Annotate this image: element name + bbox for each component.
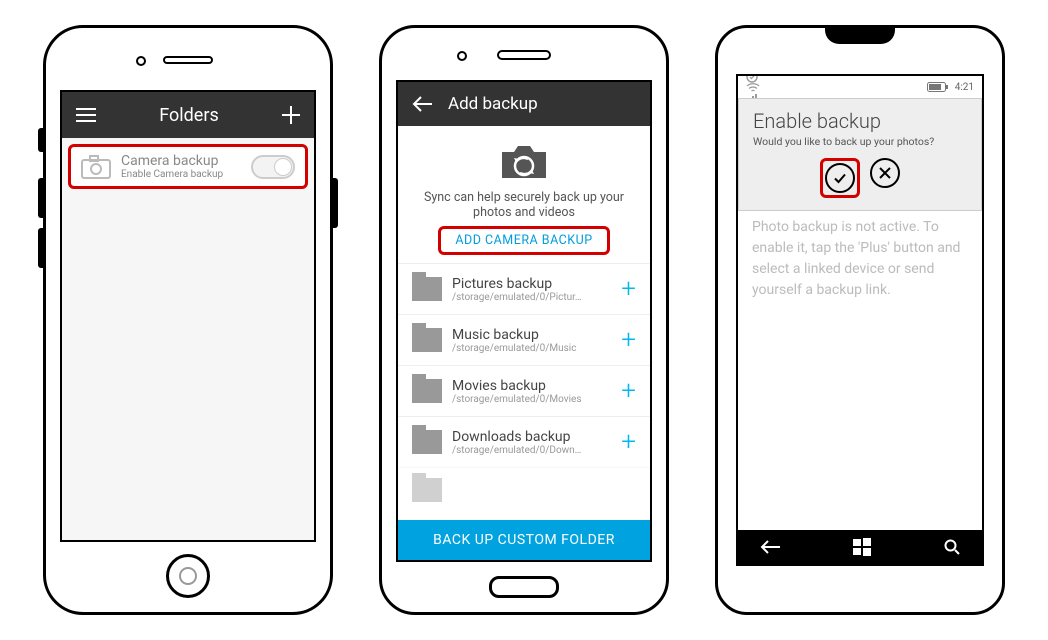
list-item[interactable]: Pictures backup /storage/emulated/0/Pict…: [398, 263, 650, 314]
folder-icon: [412, 478, 442, 502]
add-icon[interactable]: +: [621, 376, 636, 406]
list-item-title: Downloads backup: [452, 429, 611, 445]
battery-icon: [927, 82, 949, 92]
android-frame: Add backup Sync can help securely back u…: [379, 25, 669, 615]
camera-backup-toggle[interactable]: [251, 155, 295, 179]
camera-backup-subtitle: Enable Camera backup: [121, 169, 251, 180]
home-button[interactable]: [489, 576, 559, 598]
status-time: 4:21: [955, 82, 974, 93]
backup-list: Pictures backup /storage/emulated/0/Pict…: [398, 263, 650, 520]
android-app-header: Add backup: [398, 82, 650, 126]
folder-icon: [412, 430, 442, 454]
body-text: Photo backup is not active. To enable it…: [738, 211, 982, 530]
list-item-path: /storage/emulated/0/Pictur…: [452, 292, 611, 303]
iphone-frame: Folders Camera backup Enable Camera back…: [43, 25, 333, 615]
front-camera-icon: [136, 56, 146, 66]
dialog-title: Enable backup: [753, 109, 967, 133]
camera-sync-icon: [416, 140, 632, 182]
sync-status-icon: [746, 74, 760, 83]
camera-backup-row[interactable]: Camera backup Enable Camera backup: [68, 144, 308, 189]
wifi-icon: [746, 83, 760, 93]
camera-backup-title: Camera backup: [121, 153, 251, 169]
list-item[interactable]: Music backup /storage/emulated/0/Music +: [398, 314, 650, 365]
list-item[interactable]: [398, 467, 650, 512]
android-hero-text: Sync can help securely back up your phot…: [416, 190, 632, 220]
nav-bar: [738, 530, 982, 564]
accept-button[interactable]: [825, 163, 855, 193]
list-item-path: /storage/emulated/0/Movies: [452, 394, 611, 405]
earpiece-icon: [163, 56, 213, 64]
add-icon[interactable]: +: [621, 325, 636, 355]
enable-backup-dialog: Enable backup Would you like to back up …: [738, 98, 982, 211]
winphone-screen: 4:21 Enable backup Would you like to bac…: [736, 74, 984, 566]
ios-header-title: Folders: [96, 105, 282, 126]
hamburger-icon[interactable]: [76, 108, 96, 122]
front-camera-icon: [457, 51, 467, 61]
earpiece-icon: [497, 50, 551, 60]
list-item-path: /storage/emulated/0/Music: [452, 343, 611, 354]
add-camera-backup-button[interactable]: ADD CAMERA BACKUP: [438, 226, 609, 255]
android-hero: Sync can help securely back up your phot…: [398, 126, 650, 263]
android-header-title: Add backup: [448, 94, 538, 114]
camera-icon: [81, 155, 111, 179]
folder-icon: [412, 379, 442, 403]
list-item-title: Pictures backup: [452, 276, 611, 292]
list-item-title: Movies backup: [452, 378, 611, 394]
back-arrow-icon[interactable]: [412, 96, 432, 112]
status-bar: 4:21: [738, 76, 982, 98]
search-icon[interactable]: [944, 539, 960, 555]
home-button[interactable]: [166, 554, 210, 598]
android-screen: Add backup Sync can help securely back u…: [396, 80, 652, 562]
back-icon[interactable]: [760, 540, 780, 554]
folder-icon: [412, 277, 442, 301]
list-item[interactable]: Downloads backup /storage/emulated/0/Dow…: [398, 416, 650, 467]
folder-icon: [412, 328, 442, 352]
dialog-subtitle: Would you like to back up your photos?: [753, 135, 967, 148]
ios-screen: Folders Camera backup Enable Camera back…: [60, 90, 316, 542]
highlight-box: [820, 158, 860, 198]
plus-icon[interactable]: [282, 106, 300, 124]
list-item-path: /storage/emulated/0/Down…: [452, 445, 611, 456]
windows-icon[interactable]: [853, 538, 871, 556]
decline-button[interactable]: [870, 158, 900, 188]
list-item[interactable]: Movies backup /storage/emulated/0/Movies…: [398, 365, 650, 416]
add-icon[interactable]: +: [621, 274, 636, 304]
add-icon[interactable]: +: [621, 427, 636, 457]
check-icon: [832, 170, 848, 186]
winphone-frame: 4:21 Enable backup Would you like to bac…: [715, 25, 1005, 615]
ios-app-header: Folders: [62, 92, 314, 138]
earpiece-icon: [825, 26, 895, 44]
list-item-title: Music backup: [452, 327, 611, 343]
close-icon: [878, 166, 892, 180]
backup-custom-folder-button[interactable]: BACK UP CUSTOM FOLDER: [398, 520, 650, 560]
